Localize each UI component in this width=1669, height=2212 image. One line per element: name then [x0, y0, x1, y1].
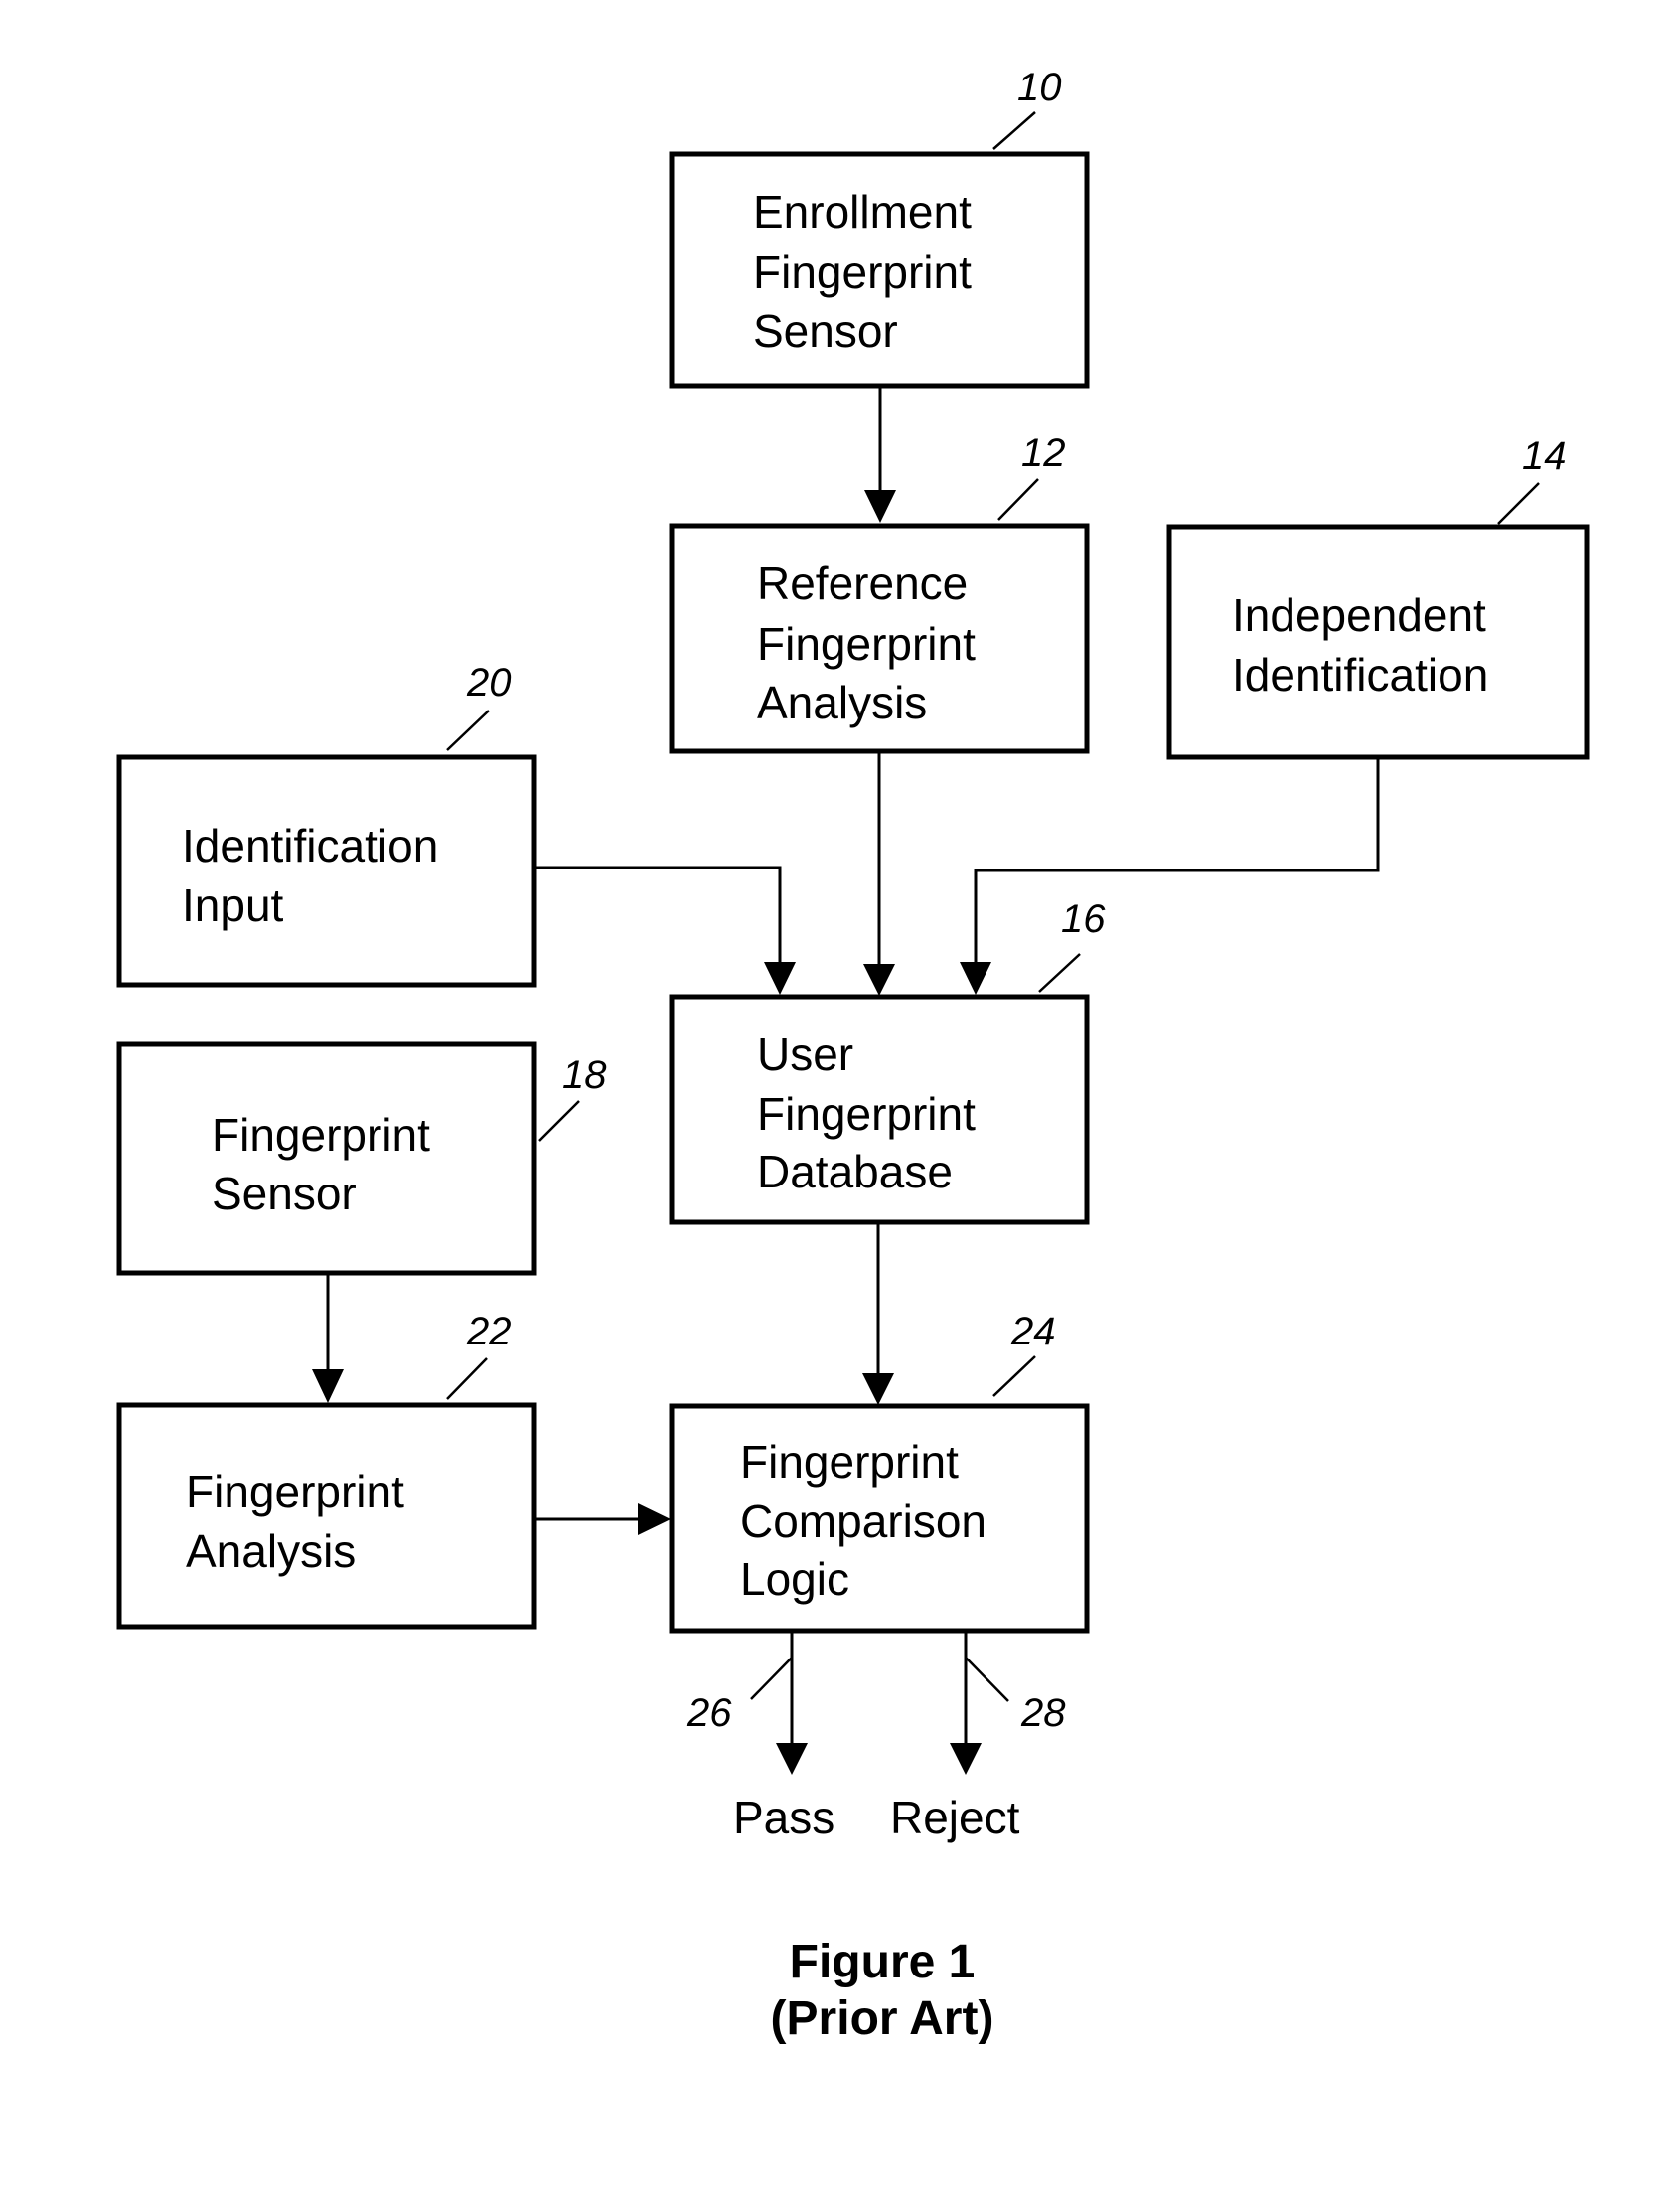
arrowhead-icon: [638, 1503, 671, 1535]
block-fingerprint-comparison-logic: Fingerprint Comparison Logic: [669, 1403, 1090, 1634]
arrowhead-icon: [862, 1373, 894, 1405]
arrow-24-to-pass: [776, 1633, 808, 1775]
arrow-14-to-16: [960, 759, 1380, 995]
block-label-line: Identification: [1232, 649, 1488, 701]
arrow-12-to-16: [863, 753, 895, 996]
arrowhead-icon: [864, 490, 896, 523]
ref-numeral-28: 28: [1020, 1691, 1066, 1735]
block-label-line: Fingerprint: [757, 1088, 976, 1140]
ref-numeral-10: 10: [1017, 66, 1062, 109]
block-label-line: Comparison: [740, 1496, 986, 1547]
block-diagram: Enrollment Fingerprint Sensor 10 Referen…: [116, 66, 1590, 2045]
arrow-20-to-16: [536, 866, 796, 995]
arrowhead-icon: [960, 962, 991, 995]
block-label-line: Fingerprint: [212, 1109, 430, 1161]
arrowhead-icon: [312, 1369, 344, 1403]
figure-title: Figure 1: [790, 1936, 976, 1988]
block-user-fingerprint-database: User Fingerprint Database: [669, 994, 1090, 1225]
block-fingerprint-analysis: Fingerprint Analysis: [116, 1402, 537, 1630]
arrowhead-icon: [863, 964, 895, 996]
block-label-line: Fingerprint: [740, 1436, 959, 1488]
block-label-line: Sensor: [753, 305, 898, 357]
arrowhead-icon: [764, 962, 796, 995]
leader-line-18: [538, 1100, 580, 1142]
ref-numeral-12: 12: [1021, 431, 1066, 475]
ref-numeral-22: 22: [466, 1310, 512, 1353]
leader-line-12: [997, 478, 1039, 521]
block-independent-identification: Independent Identification: [1166, 524, 1590, 760]
figure-subtitle: (Prior Art): [771, 1992, 994, 2045]
output-label-reject: Reject: [890, 1792, 1020, 1843]
arrow-10-to-12: [864, 388, 896, 523]
block-identification-input: Identification Input: [116, 754, 537, 988]
block-label-line: Reference: [757, 557, 968, 609]
leader-line-10: [992, 111, 1036, 150]
leader-line-16: [1038, 953, 1081, 993]
output-label-pass: Pass: [733, 1792, 834, 1843]
block-label-line: Fingerprint: [186, 1466, 404, 1517]
ref-numeral-14: 14: [1522, 434, 1567, 478]
block-label-line: Logic: [740, 1553, 849, 1605]
block-label-line: Fingerprint: [757, 618, 976, 670]
block-label-line: Input: [182, 879, 284, 931]
block-label-line: Analysis: [757, 677, 927, 728]
block-label-line: Sensor: [212, 1168, 357, 1219]
leader-line-14: [1497, 482, 1540, 525]
connector-line: [974, 759, 1380, 964]
leader-line-22: [446, 1357, 488, 1400]
arrow-24-to-reject: [950, 1633, 982, 1775]
leader-line-26: [750, 1657, 793, 1700]
block-label-line: Independent: [1232, 589, 1486, 641]
leader-line-24: [992, 1355, 1036, 1397]
block-reference-fingerprint-analysis: Reference Fingerprint Analysis: [669, 523, 1090, 754]
block-fingerprint-sensor: Fingerprint Sensor: [116, 1041, 537, 1276]
ref-numeral-16: 16: [1061, 897, 1106, 941]
arrow-16-to-24: [862, 1224, 894, 1405]
leader-line-20: [446, 710, 490, 751]
block-label-line: User: [757, 1028, 853, 1080]
block-enrollment-fingerprint-sensor: Enrollment Fingerprint Sensor: [669, 151, 1090, 389]
connector-line: [536, 866, 782, 964]
arrowhead-icon: [776, 1743, 808, 1775]
arrowhead-icon: [950, 1743, 982, 1775]
block-label-line: Database: [757, 1146, 953, 1197]
leader-line-28: [965, 1657, 1009, 1702]
block-frame: [1166, 524, 1590, 760]
arrow-18-to-22: [312, 1275, 344, 1403]
ref-numeral-20: 20: [466, 661, 512, 705]
block-label-line: Analysis: [186, 1525, 356, 1577]
block-label-line: Fingerprint: [753, 246, 972, 298]
arrow-22-to-24: [536, 1503, 671, 1535]
ref-numeral-24: 24: [1010, 1310, 1056, 1353]
ref-numeral-18: 18: [562, 1053, 607, 1097]
ref-numeral-26: 26: [686, 1691, 732, 1735]
block-label-line: Enrollment: [753, 186, 972, 237]
block-label-line: Identification: [182, 820, 438, 871]
